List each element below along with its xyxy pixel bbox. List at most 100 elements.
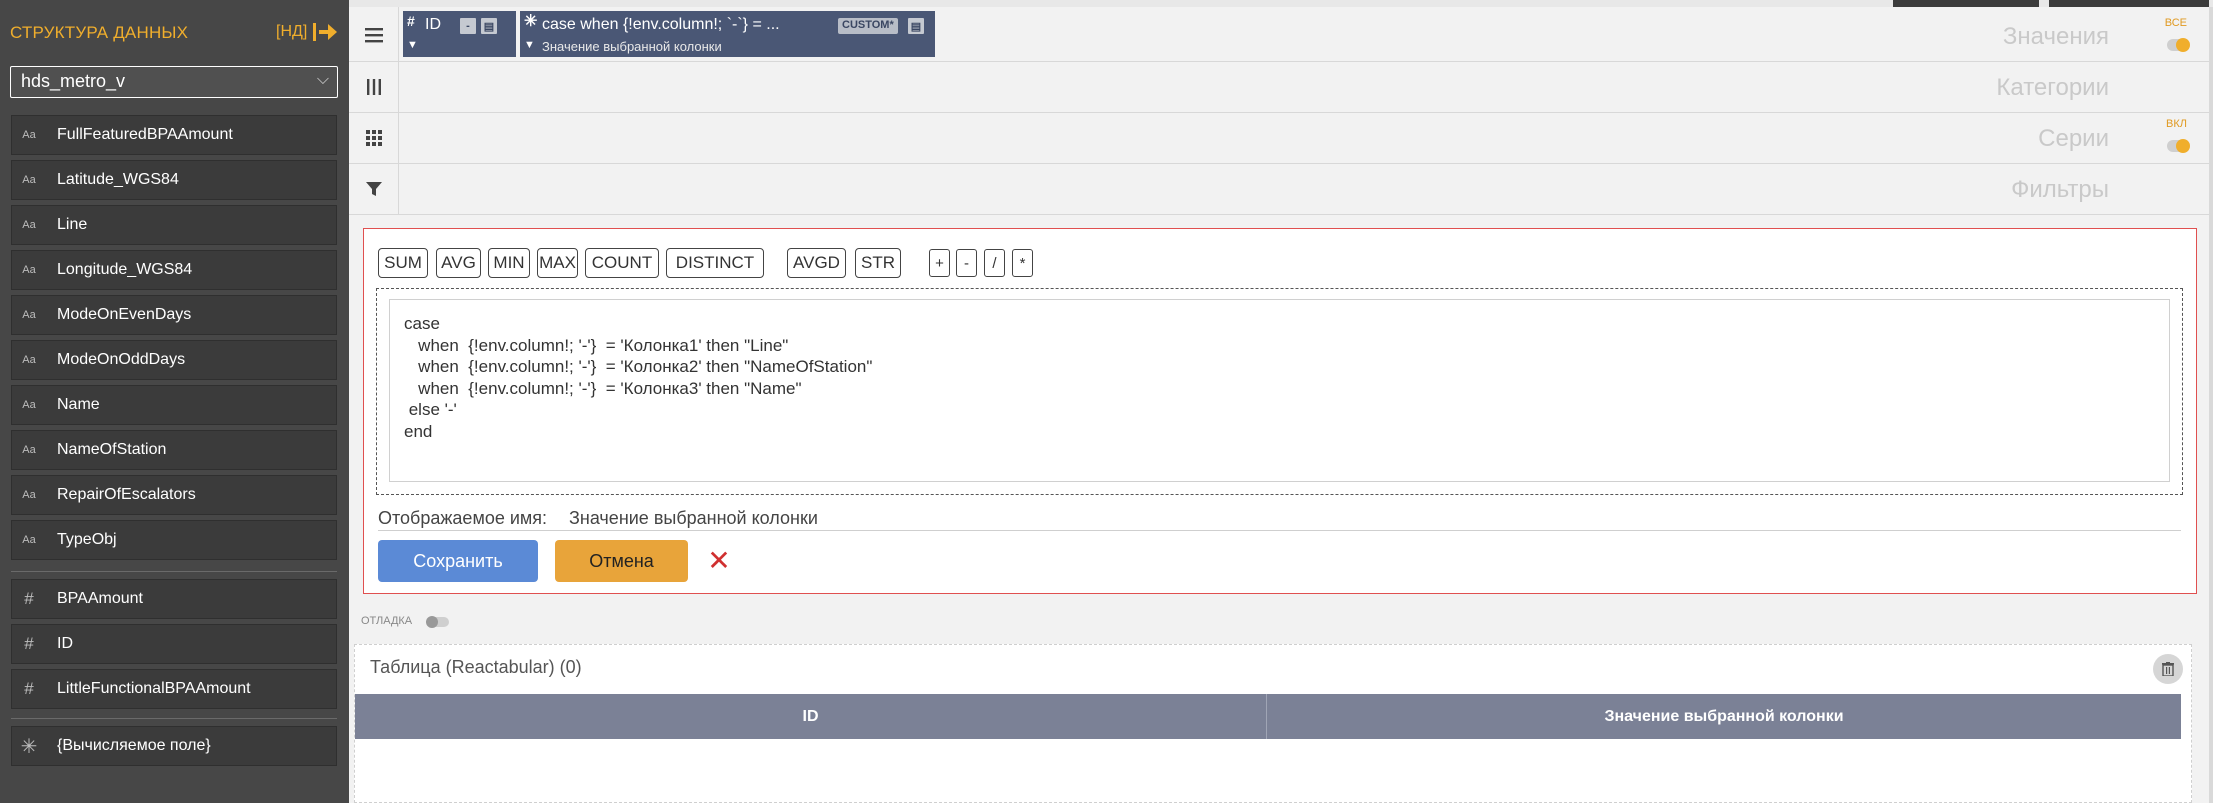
field-group-divider xyxy=(11,718,337,719)
trash-icon[interactable] xyxy=(2153,654,2183,684)
field-label: {Вычисляемое поле} xyxy=(57,737,211,754)
column-header-value[interactable]: Значение выбранной колонки xyxy=(1267,694,2181,739)
collapse-arrow-icon[interactable] xyxy=(312,20,338,44)
top-bar xyxy=(349,0,2213,7)
filters-shelf[interactable]: Фильтры xyxy=(349,164,2209,215)
hash-icon: # xyxy=(24,589,34,608)
field-item[interactable]: Aa Line xyxy=(11,205,337,245)
top-tab[interactable] xyxy=(2049,0,2209,7)
dataset-select[interactable]: hds_metro_v ⌵ xyxy=(10,66,338,98)
categories-shelf[interactable]: Категории xyxy=(349,62,2209,113)
caret-down-icon[interactable]: ▼ xyxy=(524,39,535,51)
field-item[interactable]: Aa Latitude_WGS84 xyxy=(11,160,337,200)
field-label: NameOfStation xyxy=(57,441,167,458)
code-line: end xyxy=(404,421,433,441)
text-type-icon: Aa xyxy=(22,399,36,411)
field-item[interactable]: Aa NameOfStation xyxy=(11,430,337,470)
menu-icon[interactable] xyxy=(349,7,399,62)
values-all-toggle[interactable] xyxy=(2167,38,2190,52)
pill-format-icon[interactable]: ▤ xyxy=(481,18,497,34)
pill-minus-button[interactable]: - xyxy=(460,18,476,34)
value-pill-id[interactable]: # ▼ ID - ▤ xyxy=(403,11,516,57)
sidebar-title: СТРУКТУРА ДАННЫХ xyxy=(10,23,189,42)
field-item[interactable]: # BPAAmount xyxy=(11,579,337,619)
values-all-label: ВСЕ xyxy=(2164,17,2187,29)
text-type-icon: Aa xyxy=(22,129,36,141)
series-shelf-label: Серии xyxy=(2038,125,2109,152)
cancel-button[interactable]: Отмена xyxy=(555,540,688,582)
close-icon[interactable]: ✕ xyxy=(704,545,734,576)
data-structure-sidebar: СТРУКТУРА ДАННЫХ [НД] hds_metro_v ⌵ Aa Fu… xyxy=(0,0,349,803)
field-item[interactable]: Aa RepairOfEscalators xyxy=(11,475,337,515)
function-button[interactable]: MIN xyxy=(488,248,530,278)
categories-shelf-label: Категории xyxy=(1996,74,2109,101)
formula-editor[interactable]: case when {!env.column!; '-'} = 'Колонка… xyxy=(389,299,2170,482)
function-button[interactable]: + xyxy=(929,249,950,277)
code-line: when {!env.column!; '-'} = 'Колонка3' th… xyxy=(404,378,802,398)
field-label: Name xyxy=(57,396,100,413)
text-type-icon: Aa xyxy=(22,534,36,546)
field-item[interactable]: Aa Name xyxy=(11,385,337,425)
values-shelf[interactable]: Значения ВСЕ # ▼ ID - ▤ ✳ ▼ case when {!… xyxy=(349,7,2209,62)
nd-toggle[interactable]: [НД] xyxy=(276,23,307,41)
field-item[interactable]: Aa FullFeaturedBPAAmount xyxy=(11,115,337,155)
filters-shelf-label: Фильтры xyxy=(2011,176,2109,203)
series-on-toggle[interactable] xyxy=(2167,139,2190,153)
calculated-field-editor: SUM AVG MIN MAX COUNT DISTINCT AVGD STR + - / * cas… xyxy=(363,228,2197,594)
function-button[interactable]: MAX xyxy=(537,248,578,278)
hash-icon: # xyxy=(24,634,34,653)
field-label: FullFeaturedBPAAmount xyxy=(57,126,233,143)
code-line: when {!env.column!; '-'} = 'Колонка1' th… xyxy=(404,335,789,355)
text-type-icon: Aa xyxy=(22,309,36,321)
series-shelf[interactable]: Серии ВКЛ xyxy=(349,113,2209,164)
column-header-id[interactable]: ID xyxy=(355,694,1266,739)
filter-icon xyxy=(349,164,399,214)
field-item[interactable]: Aa TypeObj xyxy=(11,520,337,560)
top-tab[interactable] xyxy=(1893,0,2039,7)
field-label: BPAAmount xyxy=(57,590,143,607)
field-item[interactable]: ✳ {Вычисляемое поле} xyxy=(11,726,337,766)
function-button[interactable]: AVGD xyxy=(787,248,846,278)
function-button[interactable]: DISTINCT xyxy=(666,248,764,278)
field-item[interactable]: # LittleFunctionalBPAAmount xyxy=(11,669,337,709)
pill-name: ID xyxy=(425,16,441,33)
function-button[interactable]: SUM xyxy=(378,248,428,278)
text-type-icon: Aa xyxy=(22,219,36,231)
function-button[interactable]: AVG xyxy=(436,248,481,278)
field-item[interactable]: Aa Longitude_WGS84 xyxy=(11,250,337,290)
field-label: ModeOnEvenDays xyxy=(57,306,192,323)
save-button[interactable]: Сохранить xyxy=(378,540,538,582)
asterisk-icon: ✳ xyxy=(20,735,38,758)
function-button[interactable]: / xyxy=(984,249,1005,277)
code-drop-zone: case when {!env.column!; '-'} = 'Колонка… xyxy=(376,288,2183,495)
debug-label: ОТЛАДКА xyxy=(361,615,413,627)
field-group-divider xyxy=(11,571,337,572)
columns-icon xyxy=(349,62,399,112)
pill-format-icon[interactable]: ▤ xyxy=(908,18,924,34)
main-area: Значения ВСЕ # ▼ ID - ▤ ✳ ▼ case when {!… xyxy=(349,0,2213,803)
values-shelf-label: Значения xyxy=(2002,23,2109,50)
sidebar-header: СТРУКТУРА ДАННЫХ [НД] xyxy=(0,0,349,66)
field-item[interactable]: Aa ModeOnOddDays xyxy=(11,340,337,380)
pill-subtitle: Значение выбранной колонки xyxy=(542,39,722,54)
vertical-scrollbar[interactable] xyxy=(2209,7,2213,803)
display-name-input[interactable]: Значение выбранной колонки xyxy=(569,508,818,529)
table-title: Таблица (Reactabular) (0) xyxy=(370,657,582,677)
table-panel: Таблица (Reactabular) (0) ID Значение вы… xyxy=(354,644,2192,803)
custom-badge: CUSTOM* xyxy=(838,18,898,34)
hash-icon: # xyxy=(407,13,415,29)
debug-toggle[interactable] xyxy=(426,616,449,628)
function-button[interactable]: COUNT xyxy=(585,248,659,278)
code-line: else '-' xyxy=(404,400,457,419)
function-button[interactable]: STR xyxy=(855,248,901,278)
field-item[interactable]: Aa ModeOnEvenDays xyxy=(11,295,337,335)
field-label: LittleFunctionalBPAAmount xyxy=(57,680,251,697)
table-header: ID Значение выбранной колонки xyxy=(355,694,2181,739)
field-label: Longitude_WGS84 xyxy=(57,261,193,278)
caret-down-icon[interactable]: ▼ xyxy=(407,39,418,51)
function-button[interactable]: * xyxy=(1012,249,1033,277)
function-button[interactable]: - xyxy=(956,249,977,277)
code-line: when {!env.column!; '-'} = 'Колонка2' th… xyxy=(404,357,873,376)
value-pill-custom[interactable]: ✳ ▼ case when {!env.column!; `-`} = ... … xyxy=(520,11,935,57)
field-item[interactable]: # ID xyxy=(11,624,337,664)
